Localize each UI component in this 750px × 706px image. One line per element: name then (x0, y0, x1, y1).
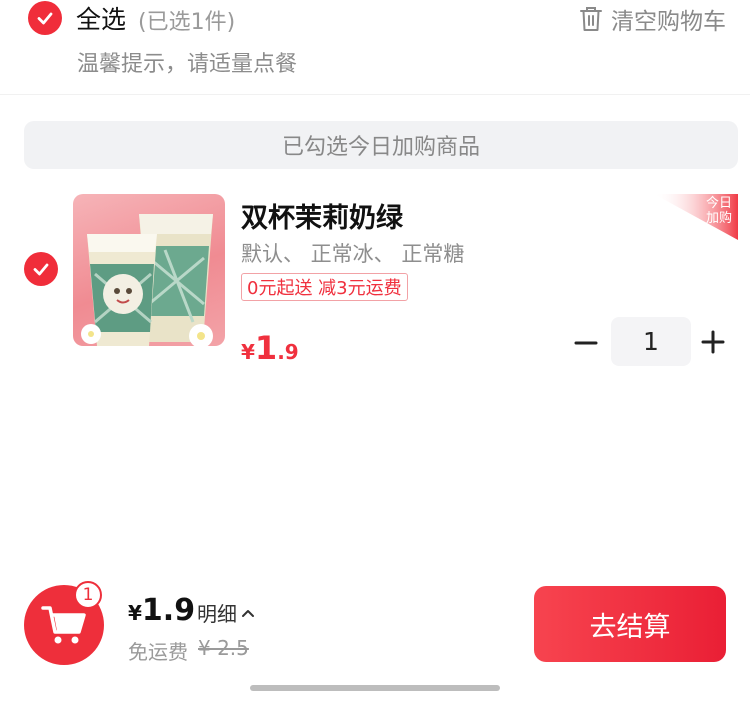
cart-count-badge: 1 (74, 581, 102, 609)
price-symbol: ¥ (241, 340, 255, 364)
price-integer: 1 (254, 329, 278, 367)
select-all-label[interactable]: 全选 (76, 0, 126, 36)
total-value: 1.9 (141, 593, 196, 628)
check-icon (33, 263, 49, 276)
detail-label: 明细 (197, 602, 237, 626)
select-all-checkbox[interactable] (28, 1, 62, 35)
cart-icon (41, 606, 86, 644)
product-spec: 默认、 正常冰、 正常糖 (241, 242, 465, 266)
check-icon (37, 12, 53, 25)
product-image[interactable] (73, 194, 225, 346)
home-indicator (250, 685, 500, 691)
original-shipping-fee: ¥ 2.5 (198, 636, 249, 660)
quantity-value: 1 (643, 327, 659, 356)
divider (0, 94, 750, 95)
checkout-button[interactable]: 去结算 (534, 586, 726, 662)
order-tip: 温馨提示，请适量点餐 (77, 52, 298, 77)
banner-text: 已勾选今日加购商品 (281, 135, 480, 160)
item-checkbox[interactable] (24, 252, 58, 286)
cart-count: 1 (82, 585, 94, 605)
drink-cups-illustration (81, 214, 213, 346)
decrease-quantity-button[interactable] (573, 330, 599, 356)
quantity-input[interactable]: 1 (611, 317, 691, 366)
plus-icon (701, 330, 725, 354)
price-decimal: .9 (277, 340, 299, 364)
increase-quantity-button[interactable] (699, 328, 727, 356)
clear-cart-label: 清空购物车 (611, 9, 726, 35)
corner-tag-line1: 今日 (705, 196, 732, 211)
promo-tag: 0元起送 减3元运费 (241, 273, 408, 301)
today-added-banner: 已勾选今日加购商品 (24, 121, 738, 169)
checkout-label: 去结算 (589, 611, 671, 643)
total-symbol: ¥ (128, 601, 142, 625)
product-price: ¥1.9 (241, 329, 299, 367)
trash-icon (580, 7, 602, 31)
free-shipping-label: 免运费 (128, 640, 188, 664)
clear-cart-button[interactable]: 清空购物车 (579, 2, 726, 36)
total-price: ¥1.9 (128, 593, 195, 628)
promo-text: 0元起送 减3元运费 (247, 278, 402, 299)
corner-tag-line2: 加购 (705, 211, 732, 226)
minus-icon (574, 341, 598, 345)
product-title[interactable]: 双杯茉莉奶绿 (241, 196, 403, 235)
selected-count: (已选1件) (138, 10, 236, 35)
today-added-corner-tag: 今日 加购 (654, 194, 738, 240)
chevron-up-icon (242, 609, 254, 617)
price-detail-button[interactable]: 明细 (197, 598, 255, 627)
